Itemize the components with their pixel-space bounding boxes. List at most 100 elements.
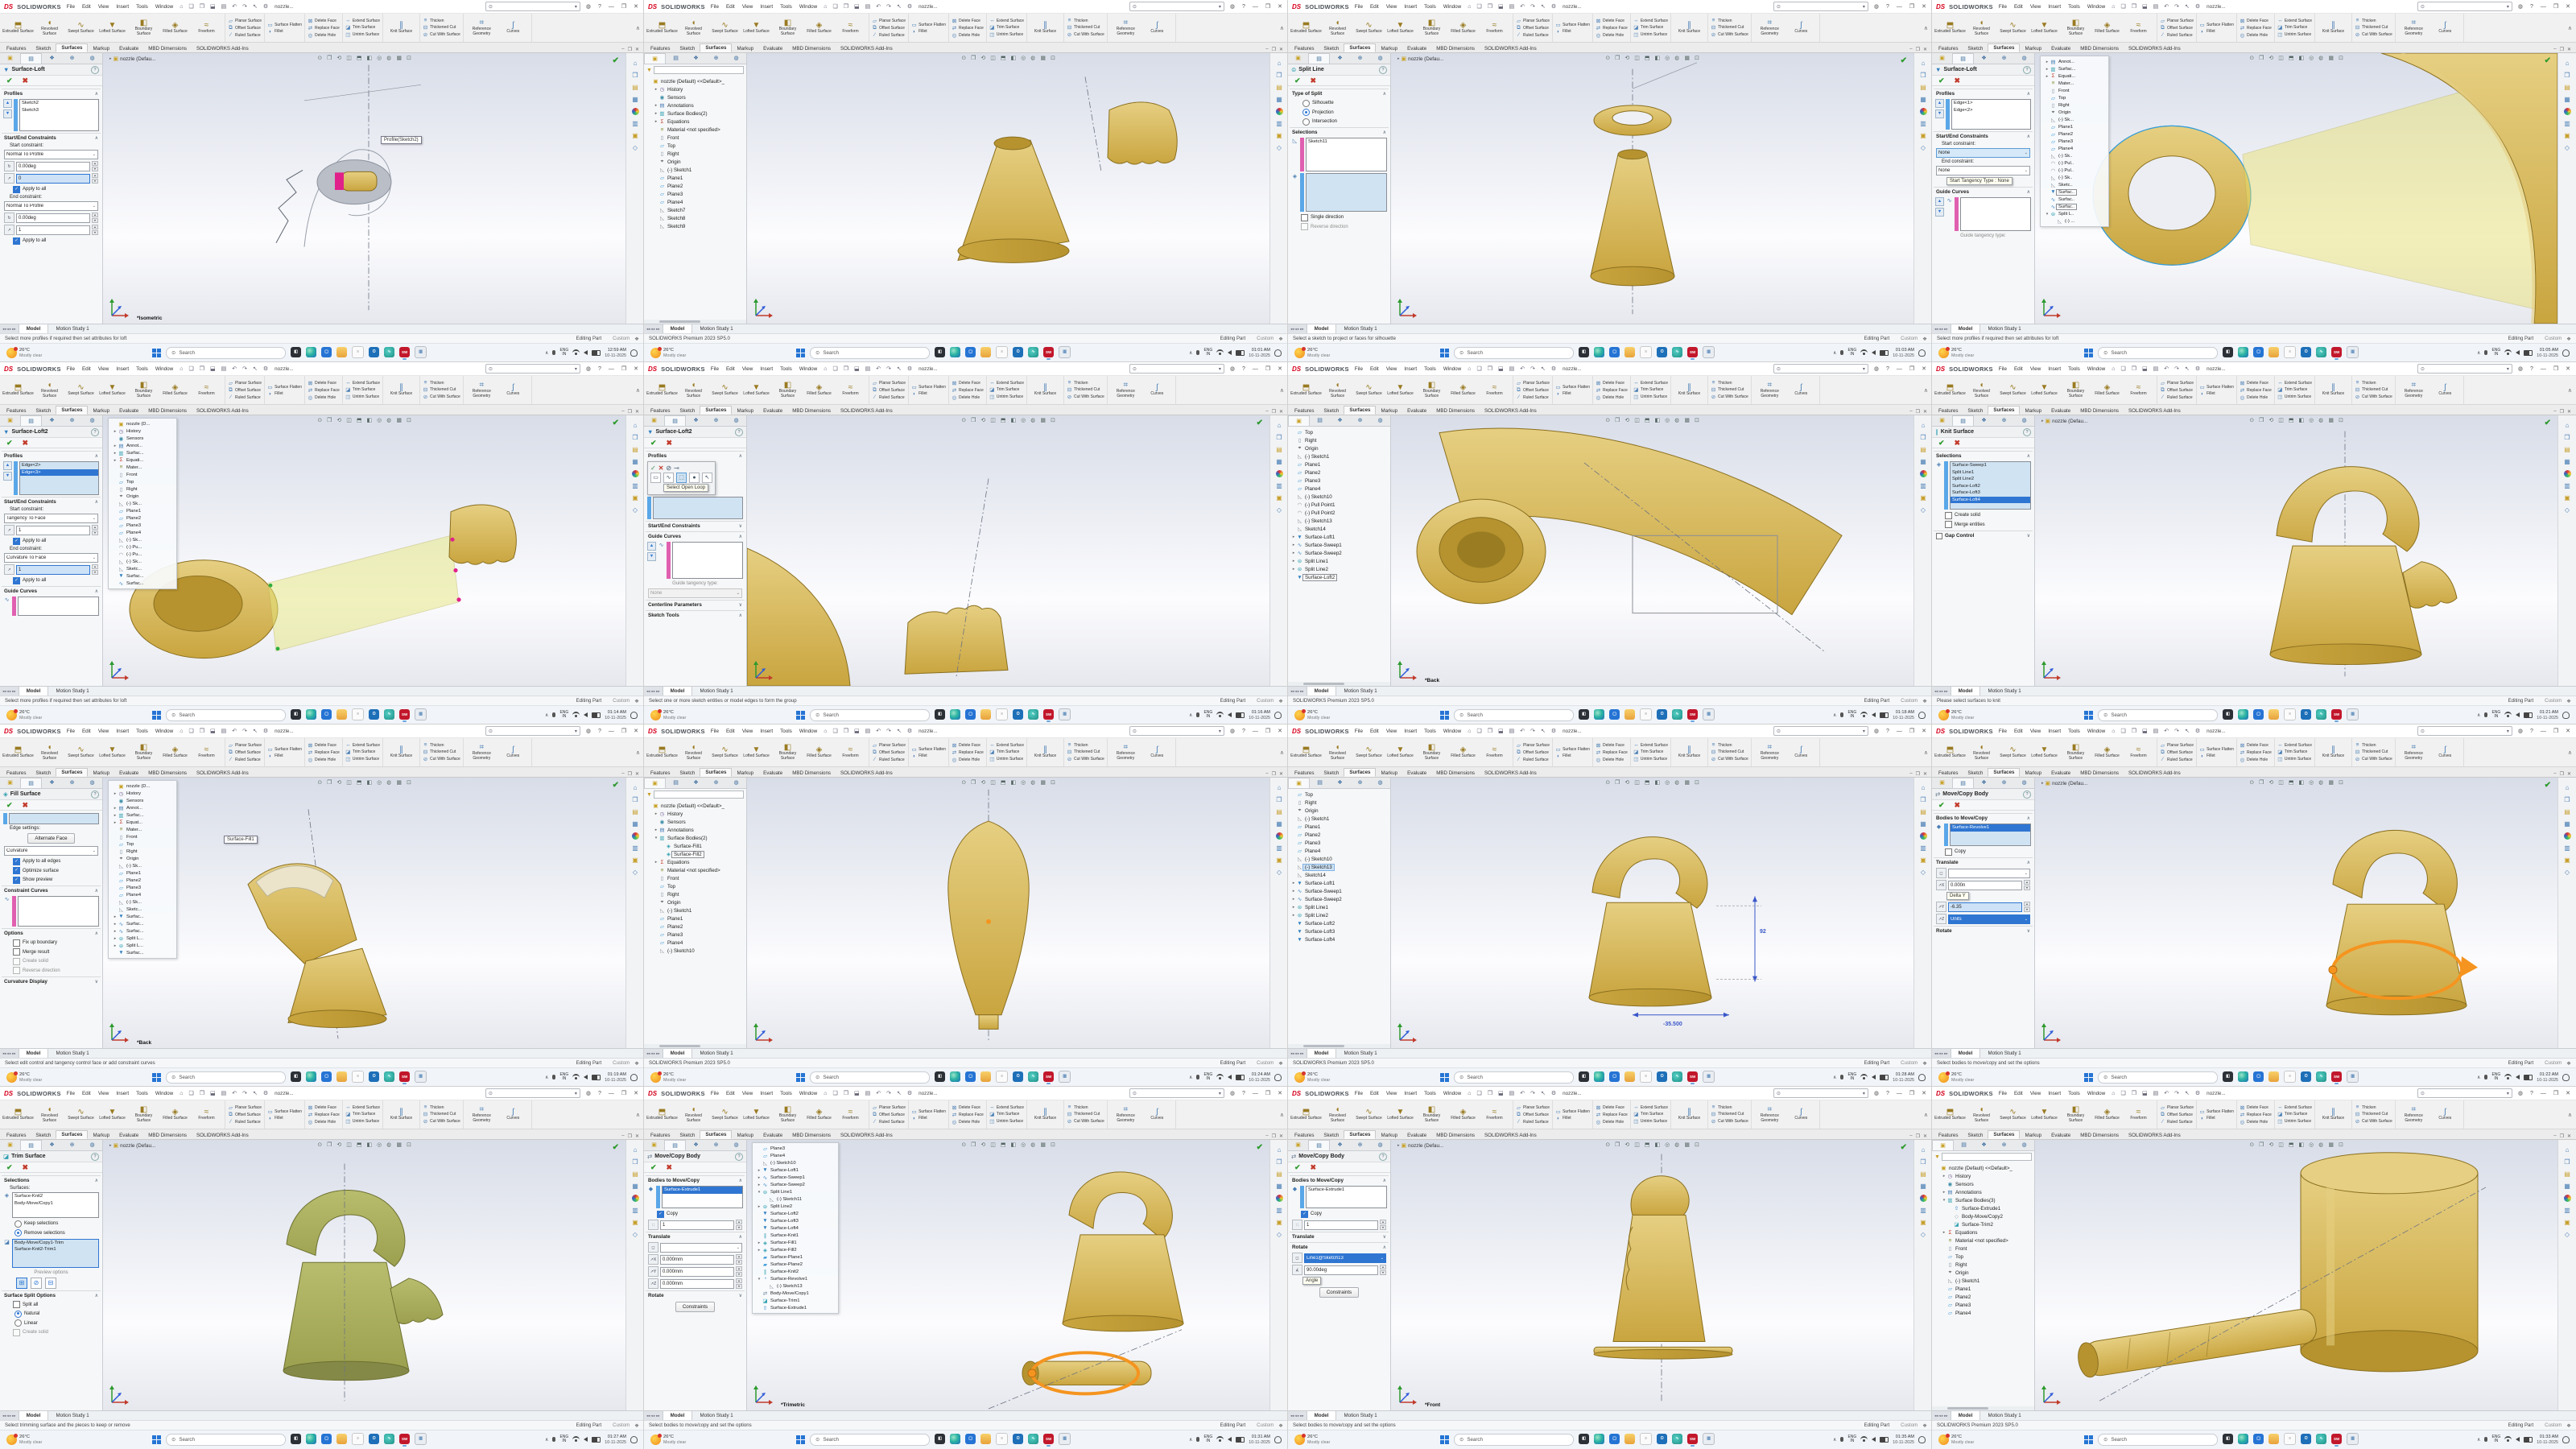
tree-item-history[interactable]: ▸◷History — [646, 85, 746, 93]
volume-icon[interactable] — [2516, 712, 2520, 717]
tree-scrollbar[interactable] — [1288, 1044, 1390, 1048]
menu-tools[interactable]: Tools — [1422, 366, 1438, 372]
windows-start-button[interactable] — [152, 1073, 161, 1082]
pm-section-profiles[interactable]: Profiles∧ — [2, 89, 101, 97]
taskbar-search[interactable]: ⊙Search — [166, 347, 286, 359]
tab-surfaces[interactable]: Surfaces — [700, 43, 732, 52]
taskbar-app-store[interactable]: ▢ — [2253, 1071, 2264, 1084]
menu-view[interactable]: View — [1385, 729, 1399, 734]
taskbar-app-audio[interactable]: ∿ — [384, 347, 394, 360]
flyout-tree-root[interactable]: ▸▣nozzle (Defau... — [1397, 1142, 1443, 1149]
confirmation-corner-ok[interactable]: ✔ — [613, 1143, 619, 1152]
section-view-icon[interactable]: ◫ — [990, 417, 996, 423]
tree-item-surface-trim1[interactable]: ◪Surface-Trim1 — [755, 1297, 836, 1304]
tab-model[interactable]: Model — [663, 1411, 693, 1420]
zoom-area-icon[interactable]: ❐ — [2259, 779, 2264, 786]
pm-section-guide-curves[interactable]: Guide Curves∧ — [1934, 187, 2033, 196]
tool-fillet[interactable]: ◗Fillet — [2199, 1116, 2234, 1121]
taskbar-app-widgets[interactable]: ◧ — [935, 347, 945, 360]
taskbar-search[interactable]: ⊙Search — [166, 1434, 286, 1446]
tool-filled-surface[interactable]: ◈Filled Surface — [803, 21, 835, 35]
tool-lofted-surface[interactable]: ▼Lofted Surface — [2029, 1108, 2060, 1121]
file-explorer-icon[interactable]: ▤ — [2564, 1170, 2570, 1178]
tool-extend-surface[interactable]: ↔Extend Surface — [345, 742, 380, 748]
tree-item-surfac[interactable]: ▸▼Surfac... — [111, 913, 174, 920]
battery-icon[interactable] — [2524, 1075, 2533, 1080]
view-palette-icon[interactable]: ▦ — [1920, 820, 1926, 828]
pm-dropdown[interactable]: ⌄ — [1948, 869, 2030, 878]
design-library-icon[interactable]: ❒ — [632, 796, 638, 803]
tool-boundary-surface[interactable]: ◧Boundary Surface — [1416, 743, 1447, 762]
search-box[interactable]: ⊙▾ — [1129, 2, 1224, 11]
custom-properties-icon[interactable]: ▣ — [2564, 132, 2570, 139]
display-style-icon[interactable]: ◧ — [1654, 1141, 1660, 1148]
tool-thicken[interactable]: ≡Thicken — [2355, 18, 2392, 23]
zoom-fit-icon[interactable]: ⊙ — [961, 779, 966, 786]
spin-up-button[interactable]: ▲ — [1380, 1265, 1386, 1269]
tool-surface-flatten[interactable]: ▭Surface Flatten — [267, 1108, 302, 1115]
taskbar-app-solidworks[interactable]: SW — [2331, 709, 2342, 722]
tab-solidworks-add-ins[interactable]: SOLIDWORKS Add-Ins — [192, 1132, 254, 1139]
save-icon[interactable]: ⬓ — [853, 3, 861, 10]
taskbar-app-edge[interactable] — [306, 347, 316, 360]
configuration-tab-icon[interactable]: ❖ — [1974, 53, 1994, 64]
appearances-icon[interactable] — [632, 1195, 639, 1202]
doc-close-icon[interactable]: ✕ — [635, 771, 639, 777]
taskbar-search[interactable]: ⊙Search — [2098, 347, 2218, 359]
filter-input[interactable] — [654, 66, 744, 74]
selection-item[interactable]: Body-Move/Copy1 — [13, 1200, 98, 1208]
tool-untrim-surface[interactable]: ◫Untrim Surface — [2277, 756, 2312, 762]
scenes-icon[interactable]: ▥ — [2564, 482, 2570, 489]
undo-icon[interactable]: ↶ — [1519, 1090, 1525, 1096]
tab-markup[interactable]: Markup — [88, 770, 114, 777]
select-region-icon[interactable]: ● — [689, 473, 700, 483]
restore-button[interactable]: ❐ — [1264, 1090, 1272, 1096]
menu-window[interactable]: Window — [1442, 366, 1463, 372]
tool-cut-with-surface[interactable]: ⊘Cut With Surface — [423, 394, 460, 400]
search-caret-icon[interactable]: ▾ — [2507, 729, 2509, 734]
file-explorer-icon[interactable]: ▤ — [1276, 1170, 1282, 1178]
pm-cancel-button[interactable]: ✖ — [667, 1163, 673, 1172]
tree-item-annot[interactable]: ▸▤Annot... — [111, 442, 174, 449]
pm-number-input[interactable]: 1 — [660, 1220, 734, 1230]
view-palette-icon[interactable]: ▦ — [1276, 820, 1282, 828]
pm-cancel-button[interactable]: ✖ — [23, 1163, 29, 1172]
tool-trim-surface[interactable]: ◪Trim Surface — [2277, 1111, 2312, 1117]
tool-freeform[interactable]: ≈Freeform — [835, 1108, 866, 1121]
tree-item-plane2[interactable]: ▱Plane2 — [646, 182, 746, 190]
view-palette-icon[interactable]: ▦ — [1276, 1183, 1282, 1190]
tab-motion-study-1[interactable]: Motion Study 1 — [1980, 1411, 2028, 1420]
hide-show-items-icon[interactable]: ◎ — [1021, 417, 1026, 423]
tool-knit-surface[interactable]: ∥Knit Surface — [1674, 21, 1705, 35]
tab-features[interactable]: Features — [646, 407, 675, 415]
tool-boundary-surface[interactable]: ◧Boundary Surface — [128, 1105, 159, 1124]
wifi-icon[interactable] — [1216, 712, 1224, 719]
tool-filled-surface[interactable]: ◈Filled Surface — [159, 745, 191, 759]
selection-item[interactable]: Sketch3 — [20, 107, 98, 114]
wifi-icon[interactable] — [1860, 712, 1868, 719]
view-settings-icon[interactable]: ⊡ — [1695, 1141, 1699, 1148]
open-icon[interactable]: ❐ — [1487, 1090, 1493, 1096]
status-tag-icon[interactable]: ❖ — [1278, 1060, 1283, 1067]
print-icon[interactable]: ▤ — [2153, 365, 2160, 372]
selection-list[interactable] — [9, 813, 99, 824]
doc-close-icon[interactable]: ✕ — [2567, 409, 2571, 415]
taskbar-search[interactable]: ⊙Search — [1454, 1434, 1574, 1446]
status-tag-icon[interactable]: ❖ — [1922, 1422, 1927, 1429]
tool-planar-surface[interactable]: ▱Planar Surface — [872, 1104, 906, 1111]
tab-mbd-dimensions[interactable]: MBD Dimensions — [2075, 407, 2124, 415]
tool-fillet[interactable]: ◗Fillet — [267, 1116, 302, 1121]
tool-reference-geometry[interactable]: ⌗Reference Geometry — [1754, 381, 1785, 399]
tree-item-surfac[interactable]: ▸▥Surfac... — [111, 449, 174, 456]
minimize-button[interactable]: — — [1251, 4, 1260, 10]
scrollbar-thumb[interactable] — [659, 1045, 700, 1047]
taskbar-app-widgets[interactable]: ◧ — [1579, 1071, 1589, 1084]
spin-down-button[interactable]: ▼ — [736, 1272, 742, 1277]
tree-item-sketch1[interactable]: ◺(-) Sketch1 — [1290, 815, 1390, 823]
tool-cut-with-surface[interactable]: ⊘Cut With Surface — [1711, 756, 1748, 762]
save-icon[interactable]: ⬓ — [2141, 1090, 2149, 1096]
search-caret-icon[interactable]: ▾ — [1863, 1091, 1865, 1096]
windows-start-button[interactable] — [152, 1435, 161, 1444]
pm-ok-button[interactable]: ✔ — [650, 1163, 657, 1172]
doc-close-icon[interactable]: ✕ — [2567, 1133, 2571, 1139]
